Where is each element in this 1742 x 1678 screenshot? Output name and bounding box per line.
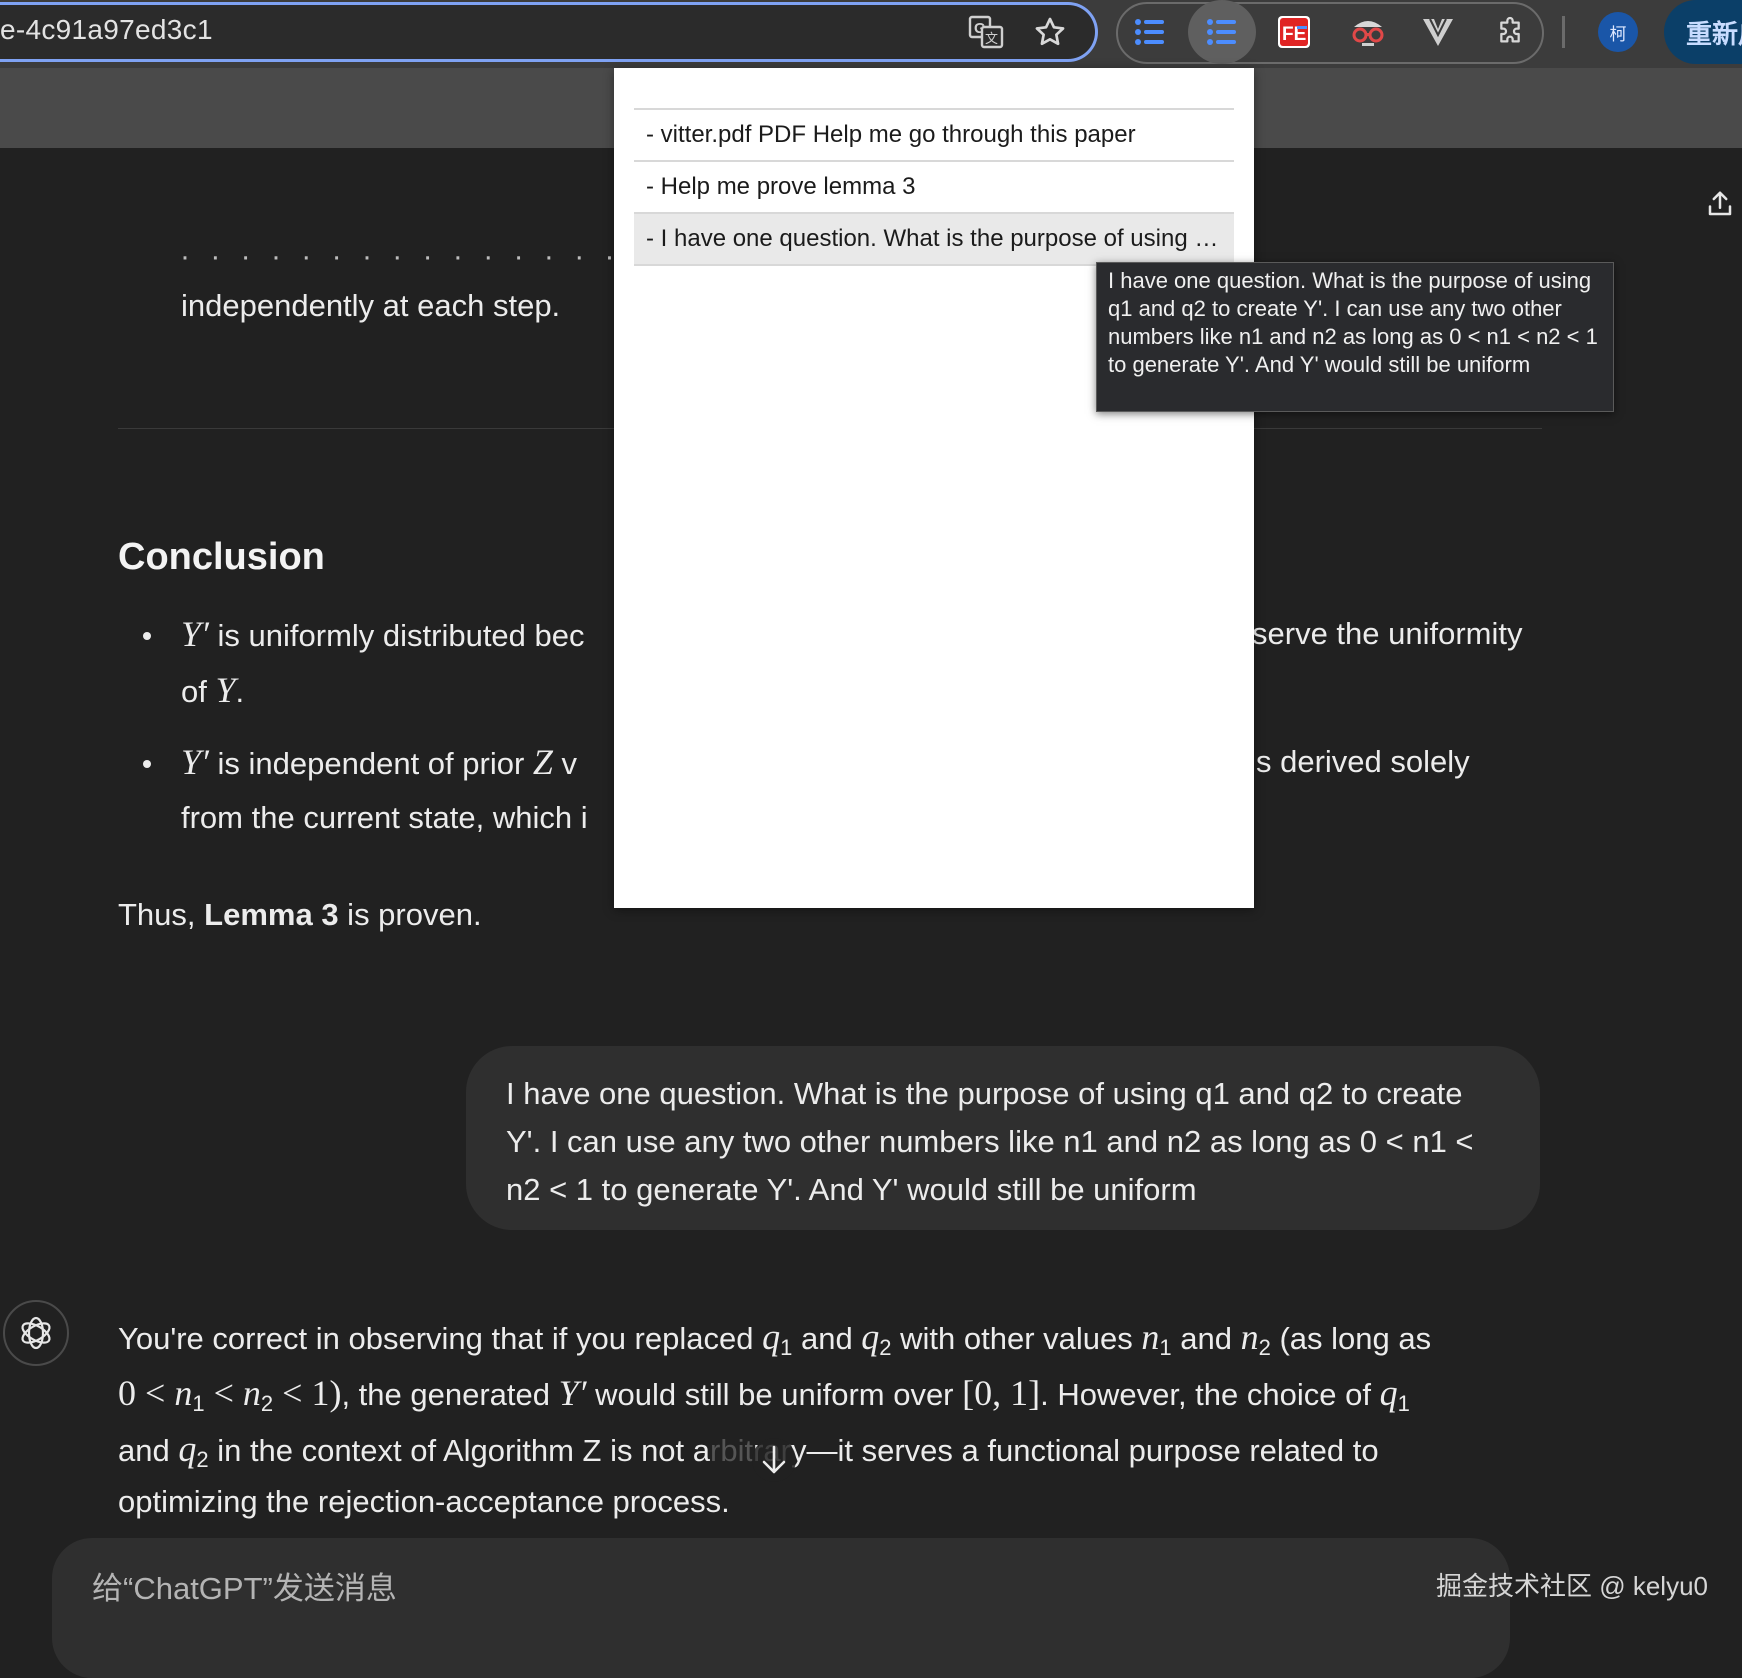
conclusion-sentence: Thus, Lemma 3 is proven. <box>118 895 482 935</box>
assistant-text: (as long as <box>1270 1321 1432 1356</box>
bold-text: Lemma 3 <box>204 897 339 932</box>
extensions-group <box>1116 2 1544 64</box>
scroll-down-button[interactable] <box>752 1438 796 1482</box>
assistant-text: and <box>118 1433 179 1468</box>
math-subscript: 1 <box>192 1391 205 1416</box>
math-z: Z <box>532 742 553 782</box>
math-subscript: 2 <box>1258 1335 1271 1360</box>
message-input[interactable] <box>90 1566 994 1612</box>
math-n: n <box>1240 1317 1259 1357</box>
math-n: n <box>174 1373 193 1413</box>
assistant-line-3: and q2 in the context of Algorithm Z is … <box>118 1428 1379 1473</box>
math-subscript: 2 <box>260 1391 274 1416</box>
math-operator: < <box>273 1373 312 1413</box>
popup-list: - vitter.pdf PDF Help me go through this… <box>634 108 1234 266</box>
sentence-text: Thus, <box>118 897 205 932</box>
bullet-1-line-2: of Y. <box>181 670 244 712</box>
user-message-bubble: I have one question. What is the purpose… <box>466 1046 1540 1230</box>
math-subscript: 1 <box>780 1335 793 1360</box>
math-subscript: 1 <box>1159 1335 1172 1360</box>
math-y: Y <box>215 670 236 710</box>
chat-history-extension-icon[interactable] <box>1202 12 1242 52</box>
arrow-down-icon <box>762 1445 786 1474</box>
section-heading: Conclusion <box>118 536 325 578</box>
paragraph-line: independently at each step. <box>181 288 561 323</box>
math-y-prime: Y′ <box>181 614 209 654</box>
math-y-prime: Y′ <box>181 742 209 782</box>
truncated-text-line: · · · · · · · · · · · · · · · <box>180 240 621 262</box>
bullet-2-line-1: Y′ is independent of prior Z v <box>181 742 577 784</box>
list-extension-icon[interactable] <box>1130 12 1170 52</box>
math-operator: < <box>136 1373 175 1413</box>
bullet-text: . <box>235 674 245 709</box>
assistant-text: with other values <box>891 1321 1142 1356</box>
profile-avatar[interactable]: 柯 <box>1598 12 1638 52</box>
toolbar-divider <box>1562 16 1565 48</box>
popup-list-item[interactable]: - vitter.pdf PDF Help me go through this… <box>634 110 1234 162</box>
tooltip: I have one question. What is the purpose… <box>1096 262 1614 412</box>
relaunch-button[interactable]: 重新启 <box>1664 0 1742 64</box>
math-n: n <box>1141 1317 1160 1357</box>
url-text[interactable]: e-4c91a97ed3c1 <box>0 14 213 46</box>
sentence-text: is proven. <box>338 897 482 932</box>
math-y-prime: Y′ <box>558 1373 587 1413</box>
bullet-2-line-1-right: s derived solely <box>1256 744 1470 779</box>
bullet-dot <box>143 760 151 768</box>
bullet-text: of <box>181 674 216 709</box>
math-operator: < <box>204 1373 243 1413</box>
math-subscript: 1 <box>1397 1391 1410 1416</box>
watermark: 掘金技术社区 @ kelyu0 <box>1436 1571 1708 1601</box>
assistant-line-1: You're correct in observing that if you … <box>118 1316 1431 1361</box>
math-number: 1) <box>311 1373 342 1413</box>
assistant-line-4: optimizing the rejection-acceptance proc… <box>118 1484 730 1519</box>
v-extension-icon[interactable] <box>1418 12 1458 52</box>
svg-text:文: 文 <box>985 32 998 47</box>
chatgpt-logo-icon <box>3 1300 69 1366</box>
fe-helper-extension-icon[interactable]: FE <box>1276 14 1312 50</box>
chat-history-popup: - vitter.pdf PDF Help me go through this… <box>614 68 1254 908</box>
math-interval: [0, 1] <box>962 1373 1041 1413</box>
assistant-line-2: 0 < n1 < n2 < 1), the generated Y′ would… <box>118 1372 1410 1417</box>
math-q: q <box>762 1317 781 1357</box>
math-q: q <box>178 1429 197 1469</box>
bullet-2-line-2: from the current state, which i <box>181 800 588 835</box>
bullet-text: is uniformly distributed bec <box>208 618 585 653</box>
assistant-text: and <box>1171 1321 1241 1356</box>
bullet-text: is independent of prior <box>208 746 533 781</box>
bullet-dot <box>143 632 151 640</box>
math-n: n <box>242 1373 261 1413</box>
occluded-text: rbit <box>710 1433 754 1468</box>
assistant-text: . However, the choice of <box>1040 1377 1380 1412</box>
math-q: q <box>861 1317 880 1357</box>
popup-list-item[interactable]: - Help me prove lemma 3 <box>634 162 1234 214</box>
bookmark-star-icon[interactable] <box>1030 12 1070 52</box>
math-subscript: 2 <box>196 1447 209 1472</box>
assistant-text: in the context of Algorithm Z is not a <box>208 1433 711 1468</box>
bullet-1-line-1: Y′ is uniformly distributed bec <box>181 614 585 656</box>
assistant-text: , the generated <box>341 1377 559 1412</box>
bullet-text: v <box>552 746 578 781</box>
share-icon[interactable] <box>1704 188 1736 220</box>
math-subscript: 2 <box>879 1335 892 1360</box>
math-q: q <box>1379 1373 1398 1413</box>
translate-icon[interactable]: G 文 <box>966 12 1006 52</box>
assistant-text: rary—it serves a functional purpose rela… <box>753 1433 1379 1468</box>
bullet-1-line-1-right: serve the uniformity <box>1252 616 1523 651</box>
assistant-text: would still be uniform over <box>586 1377 963 1412</box>
math-number: 0 <box>118 1373 136 1413</box>
assistant-text: You're correct in observing that if you … <box>118 1321 763 1356</box>
assistant-text: and <box>792 1321 862 1356</box>
popup-list-item[interactable]: - I have one question. What is the purpo… <box>634 214 1234 266</box>
extensions-puzzle-icon[interactable] <box>1490 12 1530 52</box>
spy-glasses-extension-icon[interactable] <box>1348 12 1388 52</box>
